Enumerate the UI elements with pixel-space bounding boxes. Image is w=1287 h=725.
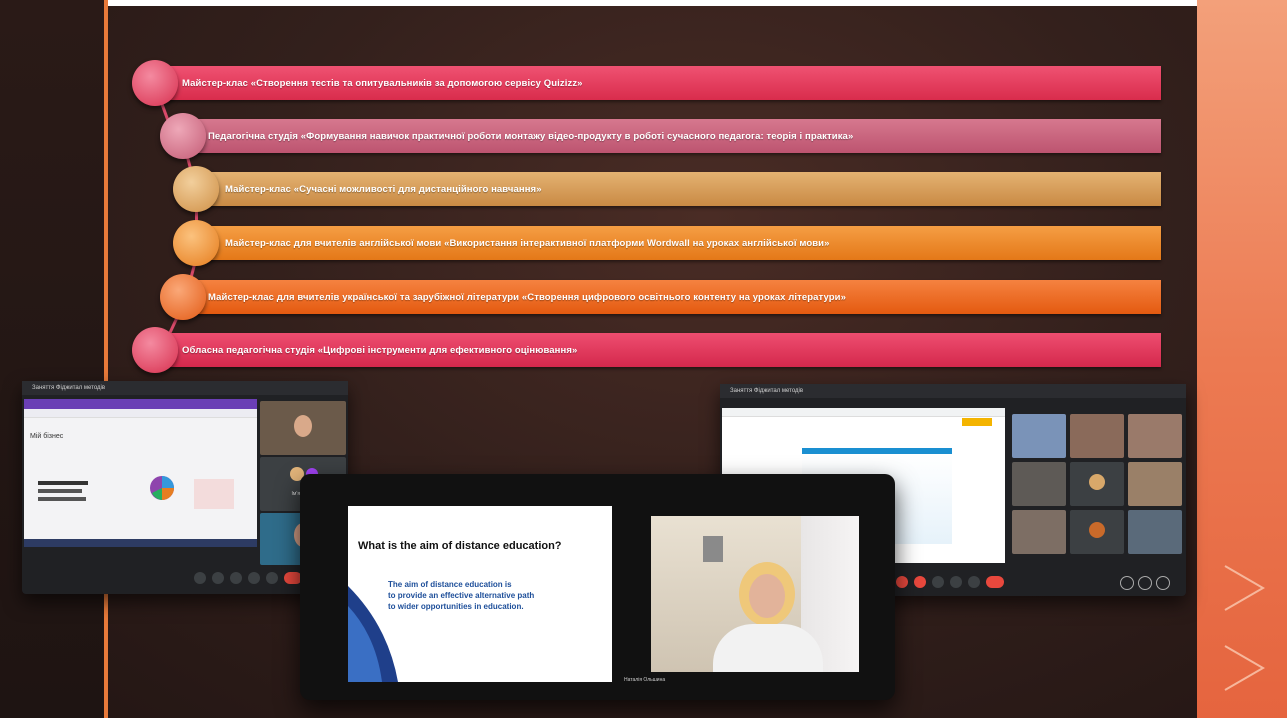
captions-button[interactable] [230,572,242,584]
participant-video[interactable] [1012,462,1066,506]
slide-line: to wider opportunities in education. [388,601,524,611]
timeline-node [173,166,219,212]
participant-tile[interactable] [1070,510,1124,554]
shared-screen: Мій бізнес [24,399,257,547]
timeline-bar: Педагогічна студія «Формування навичок п… [186,119,1161,153]
mic-button[interactable] [194,572,206,584]
more-button[interactable] [968,576,980,588]
timeline-node [160,274,206,320]
browser-tabbar [722,408,1005,417]
avatar [1089,474,1105,490]
participant-video[interactable] [1070,414,1124,458]
timeline-item: Майстер-клас для вчителів англійської мо… [173,220,1161,266]
slide-body: The aim of distance education is to prov… [388,580,534,612]
timeline-node [173,220,219,266]
top-border [0,0,1287,6]
text-line [38,497,86,501]
right-decor-band [1197,0,1287,725]
timeline-bar: Обласна педагогічна студія «Цифрові інст… [158,333,1161,367]
mic-button[interactable] [896,576,908,588]
timeline-item: Майстер-клас «Створення тестів та опитув… [132,60,1161,106]
chevron-right-icon [1224,565,1265,611]
timeline-item: Педагогічна студія «Формування навичок п… [160,113,1161,159]
present-button[interactable] [248,572,260,584]
people-icon[interactable] [1138,576,1152,590]
info-card [194,479,234,509]
timeline-label: Майстер-клас для вчителів англійської мо… [225,237,830,249]
speaker-face [749,574,785,618]
timeline-node [132,327,178,373]
participant-video[interactable] [1012,414,1066,458]
pie-chart-icon [150,476,174,500]
taskbar [24,539,257,547]
presentation-slide: Майстер-клас «Створення тестів та опитув… [0,0,1287,725]
chat-icon[interactable] [1156,576,1170,590]
timeline-bar: Майстер-клас «Створення тестів та опитув… [158,66,1161,100]
window-title: Заняття Фіджитал методів [22,381,348,395]
timeline-label: Обласна педагогічна студія «Цифрові інст… [182,344,578,356]
left-band [0,0,106,725]
participant-video[interactable] [1128,414,1182,458]
text-line [38,481,88,485]
address-bar[interactable] [24,409,257,418]
text-line [38,489,82,493]
accent-line [104,0,108,725]
captions-button[interactable] [932,576,944,588]
timeline-bar: Майстер-клас для вчителів англійської мо… [199,226,1161,260]
camera-button[interactable] [914,576,926,588]
timeline-bar: Майстер-клас для вчителів української та… [186,280,1161,314]
bottom-border [0,718,1287,725]
slide-line: to provide an effective alternative path [388,590,535,600]
timeline-item: Обласна педагогічна студія «Цифрові інст… [132,327,1161,373]
present-button[interactable] [950,576,962,588]
timeline-node [132,60,178,106]
more-button[interactable] [266,572,278,584]
speaker-name: Наталія Ольшина [624,677,666,683]
timeline-label: Майстер-клас «Створення тестів та опитув… [182,77,583,89]
participant-video[interactable] [1128,510,1182,554]
info-icon[interactable] [1120,576,1134,590]
wall-picture [703,536,723,562]
front-call-window: What is the aim of distance education? T… [300,474,895,700]
toolbar-button[interactable] [962,418,992,426]
avatar [1089,522,1105,538]
browser-tabbar [24,399,257,409]
presented-slide: What is the aim of distance education? T… [348,506,612,682]
participant-video[interactable] [1128,462,1182,506]
doc-title: Мій бізнес [30,433,64,440]
slide-title: What is the aim of distance education? [358,540,562,552]
speaker-body [713,624,823,672]
chevron-right-icon [1224,645,1265,691]
timeline-label: Майстер-клас для вчителів української та… [208,291,846,303]
timeline-label: Педагогічна студія «Формування навичок п… [208,130,854,142]
participant-video[interactable] [1012,510,1066,554]
timeline-label: Майстер-клас «Сучасні можливості для дис… [225,183,542,195]
timeline-item: Майстер-клас «Сучасні можливості для дис… [173,166,1161,212]
timeline-node [160,113,206,159]
participant-tile[interactable] [1070,462,1124,506]
timeline-bar: Майстер-клас «Сучасні можливості для дис… [199,172,1161,206]
slide-line: The aim of distance education is [388,580,512,589]
timeline-item: Майстер-клас для вчителів української та… [160,274,1161,320]
camera-button[interactable] [212,572,224,584]
speaker-video[interactable] [651,516,859,672]
window-title: Заняття Фіджитал методів [720,384,1186,398]
participant-video[interactable] [260,401,346,455]
end-call-button[interactable] [986,576,1004,588]
avatar [294,415,312,437]
